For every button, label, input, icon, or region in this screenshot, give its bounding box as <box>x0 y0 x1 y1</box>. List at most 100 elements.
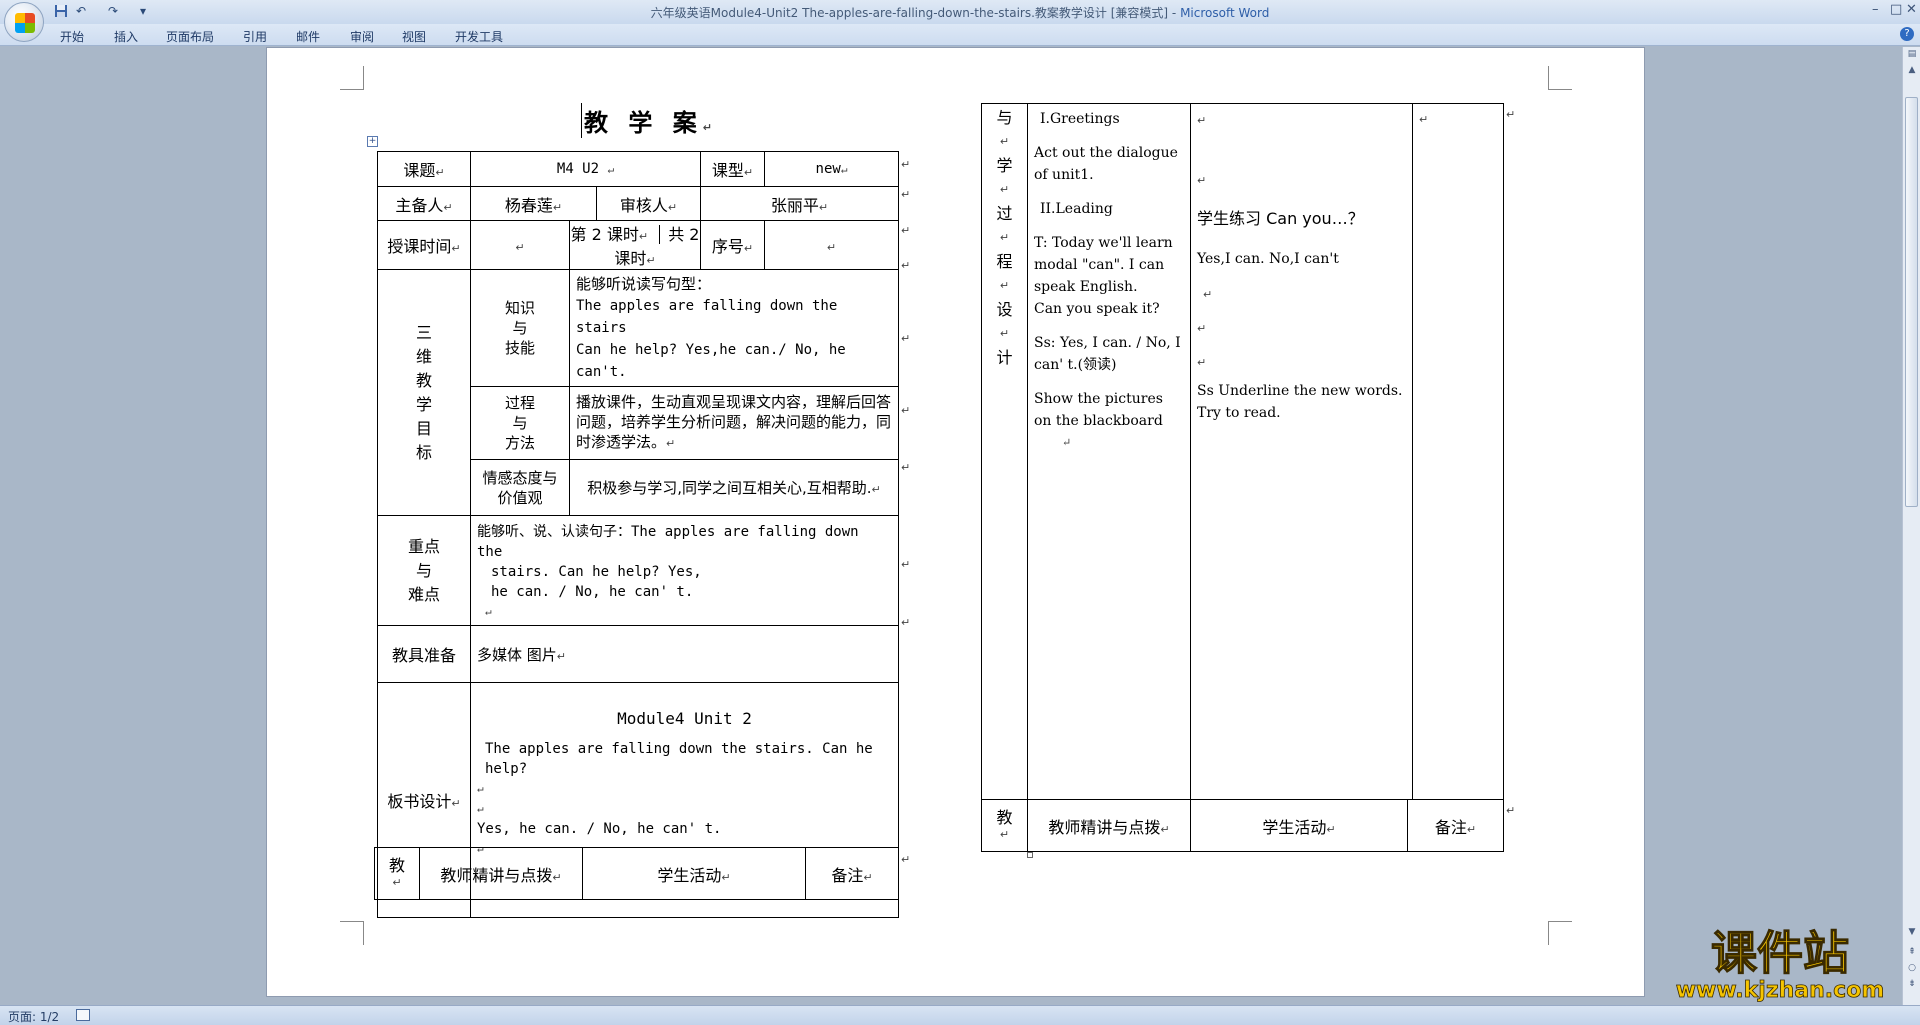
ruler-toggle-icon[interactable]: ▤ <box>1903 49 1920 59</box>
attitude-content-cell[interactable]: 积极参与学习,同学之间互相关心,互相帮助.↵ <box>568 459 900 516</box>
reviewer-label-cell: 审核人↵ <box>596 186 701 221</box>
tab-references[interactable]: 引用 <box>243 28 267 45</box>
tab-page-layout[interactable]: 页面布局 <box>166 28 214 45</box>
row-end-mark: ↵ <box>901 158 911 171</box>
student-activity-cell[interactable]: ↵ ↵ 学生练习 Can you…？ Yes,I can. No,I can't… <box>1190 103 1413 800</box>
student-activity-header: 学生活动 <box>657 865 722 885</box>
topic-value-cell[interactable]: M4 U2 ↵ <box>470 151 701 187</box>
row-end-mark: ↵ <box>901 188 911 201</box>
knowledge-line: 能够听说读写句型： <box>576 275 712 293</box>
board-label: 板书设计 <box>387 792 452 811</box>
remarks-cell[interactable]: ↵ <box>1412 103 1504 800</box>
minimize-button[interactable]: – <box>1872 2 1879 17</box>
preparer-label-cell: 主备人↵ <box>377 186 471 221</box>
time-label: 授课时间 <box>387 237 452 256</box>
time-value-cell[interactable]: ↵ <box>470 220 570 270</box>
side-char: 设 <box>996 300 1013 319</box>
scroll-thumb[interactable] <box>1905 97 1918 507</box>
row-end-mark: ↵ <box>1506 108 1516 121</box>
goals-char: 学 <box>415 394 432 414</box>
tools-value: 多媒体 图片 <box>477 645 557 664</box>
scroll-up-icon[interactable]: ▲ <box>1903 65 1920 75</box>
close-button[interactable]: ✕ <box>1906 2 1917 17</box>
student-activity-header-cell: 学生活动↵ <box>582 847 806 900</box>
process-label-cell: 过程 与 方法 <box>470 386 570 460</box>
page-indicator[interactable]: 页面: 1/2 <box>8 1008 59 1025</box>
proofing-icon[interactable] <box>76 1009 90 1021</box>
side-char: 计 <box>996 348 1013 367</box>
student-step: Ss Underline the new words. Try to read. <box>1197 383 1403 421</box>
key-line: stairs. Can he help? Yes, <box>491 564 702 580</box>
attitude-label-line: 情感态度与 <box>482 468 558 487</box>
teacher-guidance-cell[interactable]: I.Greetings Act out the dialogue of unit… <box>1027 103 1191 800</box>
seq-value-cell[interactable]: ↵ <box>763 220 900 270</box>
board-line: The apples are falling down the stairs. … <box>485 741 873 777</box>
type-value-cell[interactable]: new↵ <box>763 151 900 187</box>
teaching-process-table: 与 ↵ 学 ↵ 过 ↵ 程 ↵ 设 ↵ 计 I.Greetings Act out the… <box>981 103 1504 800</box>
time-label-cell: 授课时间↵ <box>377 220 471 270</box>
tab-view[interactable]: 视图 <box>402 28 426 45</box>
previous-page-icon[interactable]: ⇞ <box>1903 947 1920 957</box>
heading-text: 教 学 案 <box>584 109 703 137</box>
knowledge-label-cell: 知识 与 技能 <box>470 269 570 387</box>
teach-col-cell: 教 ↵ <box>981 799 1028 852</box>
next-page-icon[interactable]: ⇟ <box>1903 979 1920 989</box>
attitude-text: 积极参与学习,同学之间互相关心,互相帮助. <box>587 479 872 497</box>
type-label-cell: 课型↵ <box>700 151 765 187</box>
remarks-header: 备注 <box>831 865 864 885</box>
tab-review[interactable]: 审阅 <box>350 28 374 45</box>
seq-label: 序号 <box>711 237 744 256</box>
row-end-mark: ↵ <box>901 616 911 629</box>
key-points-content-cell[interactable]: 能够听、说、认读句子：The apples are falling down t… <box>469 515 900 626</box>
row-end-mark: ↵ <box>901 224 911 237</box>
reviewer-value: 张丽平 <box>770 195 819 215</box>
key-line: he can. / No, he can' t. <box>491 584 694 600</box>
process-label-line: 方法 <box>504 434 535 452</box>
row-end-mark: ↵ <box>901 558 911 571</box>
remarks-header-cell: 备注↵ <box>1407 799 1504 852</box>
topic-value: M4 U2 <box>556 161 600 177</box>
table-resize-handle[interactable] <box>1027 852 1033 858</box>
vertical-scrollbar[interactable]: ▤ ▲ ▼ ⇞ ○ ⇟ <box>1902 47 1920 1005</box>
tab-home[interactable]: 开始 <box>60 28 84 45</box>
knowledge-content-cell[interactable]: 能够听说读写句型： The apples are falling down th… <box>568 269 900 387</box>
preparer-value-cell[interactable]: 杨春莲↵ <box>470 186 597 221</box>
student-step: 学生练习 Can you…？ <box>1197 209 1364 228</box>
scroll-down-icon[interactable]: ▼ <box>1903 927 1920 937</box>
knowledge-label-line: 知识 <box>504 299 535 317</box>
tab-insert[interactable]: 插入 <box>114 28 138 45</box>
goals-char: 维 <box>415 346 432 366</box>
teacher-step: Ss: Yes, I can. / No, I can' t.(领读) <box>1034 335 1181 373</box>
maximize-button[interactable]: □ <box>1890 2 1902 17</box>
office-button[interactable] <box>4 2 44 42</box>
watermark-url: www.kjzhan.com <box>1676 978 1885 1003</box>
topic-label-cell: 课题↵ <box>377 151 471 187</box>
tab-developer[interactable]: 开发工具 <box>455 28 503 45</box>
student-activity-header-cell: 学生活动↵ <box>1190 799 1408 852</box>
teacher-guidance-header: 教师精讲与点拨 <box>440 865 553 885</box>
seq-label-cell: 序号↵ <box>700 220 765 270</box>
teacher-guidance-header-cell: 教师精讲与点拨↵ <box>1027 799 1191 852</box>
tab-mailings[interactable]: 邮件 <box>296 28 320 45</box>
teacher-step: II.Leading <box>1040 201 1113 217</box>
page[interactable]: 教 学 案↵ + 课题↵ M4 U2 ↵ 课型↵ new↵ 主备人↵ 杨春莲↵ … <box>266 47 1645 997</box>
window-title: 六年级英语Module4-Unit2 The-apples-are-fallin… <box>0 4 1920 21</box>
teach-col-label: 教 <box>996 808 1013 827</box>
table-move-handle[interactable]: + <box>367 136 378 147</box>
knowledge-label-line: 与 <box>512 319 528 337</box>
teacher-step: I.Greetings <box>1040 111 1120 127</box>
document-heading: 教 学 案↵ <box>581 103 718 138</box>
preparer-label: 主备人 <box>395 195 444 215</box>
tools-content-cell[interactable]: 多媒体 图片↵ <box>469 625 900 683</box>
help-icon[interactable]: ? <box>1900 27 1914 41</box>
select-browse-object-icon[interactable]: ○ <box>1903 963 1920 973</box>
goals-char: 教 <box>415 370 432 390</box>
student-step: Yes,I can. No,I can't <box>1197 251 1339 267</box>
teacher-guidance-header-cell: 教师精讲与点拨↵ <box>419 847 583 900</box>
row-end-mark: ↵ <box>901 853 911 866</box>
key-line: 能够听、说、认读句子：The apples are falling down t… <box>477 524 859 560</box>
teacher-guidance-header: 教师精讲与点拨 <box>1048 817 1161 837</box>
goals-char: 目 <box>415 418 432 438</box>
process-content-cell[interactable]: 播放课件，生动直观呈现课文内容，理解后回答问题，培养学生分析问题，解决问题的能力… <box>568 386 900 460</box>
reviewer-value-cell[interactable]: 张丽平↵ <box>699 186 900 221</box>
